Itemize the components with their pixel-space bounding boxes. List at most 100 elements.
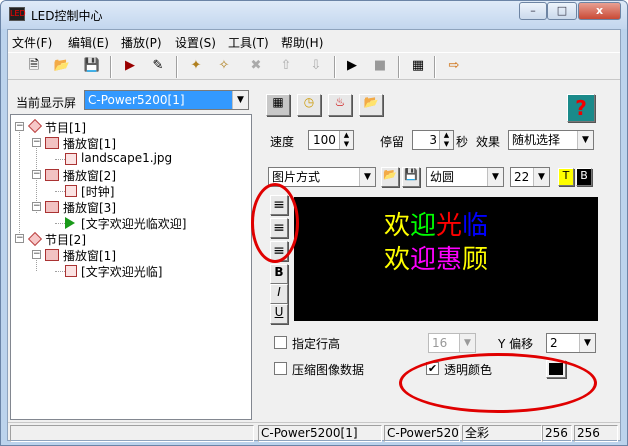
- open-file-button[interactable]: 📂: [381, 167, 399, 187]
- annotation-circle-align: [251, 183, 299, 263]
- preview-line-1: 欢迎光临: [384, 211, 489, 241]
- text-icon: [65, 265, 77, 277]
- background-color-button[interactable]: B: [576, 168, 592, 186]
- app-icon: LED: [9, 7, 26, 21]
- delete-window-icon[interactable]: ✖: [246, 56, 266, 76]
- chevron-down-icon[interactable]: ▼: [359, 168, 375, 186]
- help-button[interactable]: ?: [567, 94, 595, 122]
- app-window: LED LED控制中心 – □ x 文件(F) 编辑(E) 播放(P) 设置(S…: [0, 0, 628, 446]
- image-mode-button[interactable]: ▦: [266, 94, 290, 116]
- send-icon[interactable]: ⇨: [444, 56, 464, 76]
- status-panel-empty: [10, 425, 254, 442]
- window-icon: [45, 249, 59, 261]
- play-icon: [65, 217, 75, 229]
- chevron-down-icon[interactable]: ▼: [459, 334, 475, 352]
- collapse-icon[interactable]: −: [15, 234, 24, 243]
- save-icon[interactable]: 💾: [82, 56, 102, 76]
- effect-label: 效果: [476, 135, 501, 149]
- chevron-down-icon[interactable]: ▼: [487, 168, 503, 186]
- line-height-select[interactable]: 16 ▼: [428, 333, 476, 353]
- image-icon: [65, 153, 77, 165]
- move-up-icon[interactable]: ⇧: [276, 56, 296, 76]
- menu-file[interactable]: 文件(F): [12, 34, 52, 51]
- compress-checkbox[interactable]: [274, 362, 287, 375]
- font-size-select[interactable]: 22 ▼: [510, 167, 550, 187]
- status-color-mode: 全彩: [462, 425, 542, 442]
- chevron-down-icon[interactable]: ▼: [577, 131, 593, 149]
- line-height-checkbox[interactable]: [274, 336, 287, 349]
- tree-program-1[interactable]: 节目[1]: [45, 119, 86, 136]
- display-mode-select[interactable]: 图片方式 ▼: [268, 167, 376, 187]
- program-icon: [27, 231, 43, 247]
- display-screen-value: C-Power5200[1]: [88, 93, 185, 107]
- save-file-button[interactable]: 💾: [402, 167, 420, 187]
- display-label: 当前显示屏: [16, 96, 77, 110]
- temperature-mode-button[interactable]: ♨: [328, 94, 352, 116]
- move-down-icon[interactable]: ⇩: [306, 56, 326, 76]
- status-screen-1: C-Power5200[1]: [258, 425, 382, 442]
- open-folder-button[interactable]: 📂: [359, 94, 383, 116]
- send-program-icon[interactable]: ▶: [120, 56, 140, 76]
- tree-program-2[interactable]: 节目[2]: [45, 231, 86, 248]
- tree-window-1[interactable]: 播放窗[1]: [63, 135, 116, 152]
- pause-label: 停留: [380, 135, 405, 149]
- collapse-icon[interactable]: −: [32, 170, 41, 179]
- italic-button[interactable]: I: [270, 284, 288, 304]
- collapse-icon[interactable]: −: [32, 138, 41, 147]
- speed-label: 速度: [270, 135, 295, 149]
- effect-select[interactable]: 随机选择 ▼: [508, 130, 594, 150]
- collapse-icon[interactable]: −: [15, 122, 24, 131]
- chevron-down-icon[interactable]: ▼: [579, 334, 595, 352]
- tree-image-item[interactable]: landscape1.jpg: [81, 151, 172, 165]
- status-screen-2: C-Power5200: [384, 425, 460, 442]
- copy-window-icon[interactable]: ✧: [214, 56, 234, 76]
- pause-spinner[interactable]: 3 ▲ ▼: [412, 130, 454, 150]
- stop-icon[interactable]: ■: [370, 56, 390, 76]
- tree-text-item-1[interactable]: [文字欢迎光临欢迎]: [81, 215, 186, 232]
- new-icon[interactable]: 🗎: [24, 56, 44, 76]
- clock-mode-button[interactable]: ◷: [297, 94, 321, 116]
- play-icon[interactable]: ▶: [342, 56, 362, 76]
- bold-button[interactable]: B: [270, 264, 288, 284]
- menu-bar: 文件(F) 编辑(E) 播放(P) 设置(S) 工具(T) 帮助(H): [8, 32, 620, 50]
- tree-window-2-1[interactable]: 播放窗[1]: [63, 247, 116, 264]
- text-color-button[interactable]: T: [558, 168, 574, 186]
- speed-spinner[interactable]: 100 ▲ ▼: [308, 130, 354, 150]
- collapse-icon[interactable]: −: [32, 202, 41, 211]
- spinner-arrows[interactable]: ▲ ▼: [439, 131, 453, 149]
- maximize-button[interactable]: □: [547, 2, 577, 20]
- add-window-icon[interactable]: ✦: [186, 56, 206, 76]
- close-button[interactable]: x: [578, 2, 621, 20]
- tree-window-2[interactable]: 播放窗[2]: [63, 167, 116, 184]
- program-tree[interactable]: − 节目[1] − 播放窗[1] landscape1.jpg − 播放窗[2]…: [10, 114, 252, 420]
- tree-window-3[interactable]: 播放窗[3]: [63, 199, 116, 216]
- display-screen-select[interactable]: C-Power5200[1] ▼: [84, 90, 249, 110]
- screen-settings-icon[interactable]: ▦: [408, 56, 428, 76]
- menu-settings[interactable]: 设置(S): [175, 34, 216, 51]
- menu-edit[interactable]: 编辑(E): [68, 34, 109, 51]
- window-icon: [45, 137, 59, 149]
- menu-play[interactable]: 播放(P): [121, 34, 162, 51]
- tree-text-item-2[interactable]: [文字欢迎光临]: [81, 263, 162, 280]
- y-offset-label: Y 偏移: [498, 337, 534, 351]
- status-height: 256: [574, 425, 618, 442]
- line-height-label: 指定行高: [292, 337, 341, 351]
- minimize-button[interactable]: –: [519, 2, 547, 20]
- font-select[interactable]: 幼圆 ▼: [426, 167, 504, 187]
- chevron-down-icon[interactable]: ▼: [533, 168, 549, 186]
- compress-label: 压缩图像数据: [292, 363, 365, 377]
- collapse-icon[interactable]: −: [32, 250, 41, 259]
- preview-line-2: 欢迎惠顾: [384, 245, 489, 275]
- edit-program-icon[interactable]: ✎: [148, 56, 168, 76]
- tree-clock-item[interactable]: [时钟]: [81, 183, 114, 200]
- chevron-down-icon[interactable]: ▼: [232, 91, 248, 109]
- open-icon[interactable]: 📂: [52, 56, 72, 76]
- status-width: 256: [542, 425, 572, 442]
- menu-tools[interactable]: 工具(T): [228, 34, 269, 51]
- menu-help[interactable]: 帮助(H): [281, 34, 323, 51]
- window-icon: [45, 169, 59, 181]
- clock-icon: [65, 185, 77, 197]
- spinner-arrows[interactable]: ▲ ▼: [339, 131, 353, 149]
- underline-button[interactable]: U: [270, 304, 288, 324]
- y-offset-select[interactable]: 2 ▼: [546, 333, 596, 353]
